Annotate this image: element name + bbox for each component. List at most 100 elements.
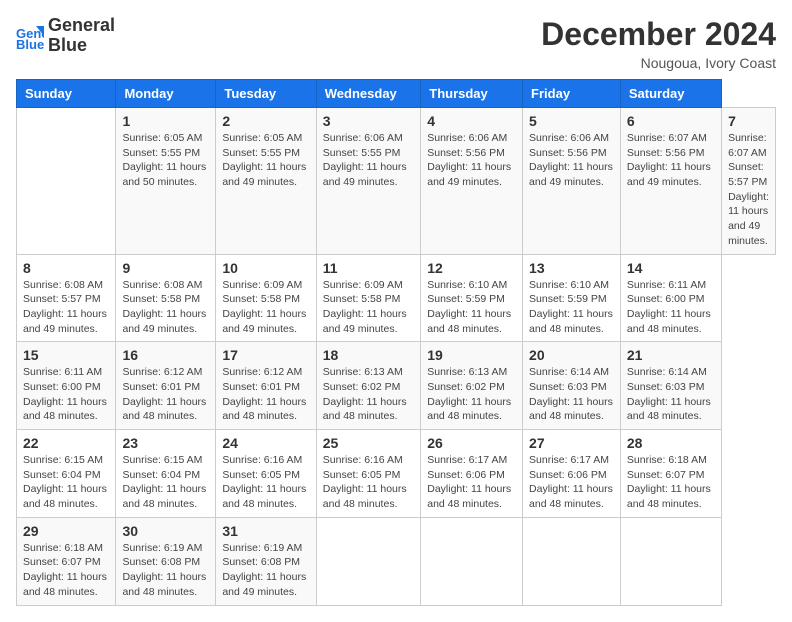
calendar-cell: 3 Sunrise: 6:06 AM Sunset: 5:55 PM Daylig… (316, 108, 420, 255)
day-info: Sunrise: 6:07 AM Sunset: 5:56 PM Dayligh… (627, 131, 715, 190)
day-info: Sunrise: 6:09 AM Sunset: 5:58 PM Dayligh… (222, 278, 309, 337)
day-info: Sunrise: 6:14 AM Sunset: 6:03 PM Dayligh… (627, 365, 715, 424)
calendar-cell: 25Sunrise: 6:16 AM Sunset: 6:05 PM Dayli… (316, 430, 420, 518)
day-number: 16 (122, 347, 209, 363)
day-number: 8 (23, 260, 109, 276)
logo-text-line1: General (48, 16, 115, 36)
day-number: 15 (23, 347, 109, 363)
calendar-cell: 21 Sunrise: 6:14 AM Sunset: 6:03 PM Dayli… (620, 342, 721, 430)
header-day-wednesday: Wednesday (316, 80, 420, 108)
svg-text:Blue: Blue (16, 37, 44, 50)
day-number: 14 (627, 260, 715, 276)
day-info: Sunrise: 6:16 AM Sunset: 6:05 PM Dayligh… (222, 453, 309, 512)
day-number: 27 (529, 435, 614, 451)
calendar-cell: 17 Sunrise: 6:12 AM Sunset: 6:01 PM Dayli… (216, 342, 316, 430)
day-info: Sunrise: 6:18 AM Sunset: 6:07 PM Dayligh… (627, 453, 715, 512)
day-number: 5 (529, 113, 614, 129)
day-number: 1 (122, 113, 209, 129)
day-info: Sunrise: 6:11 AM Sunset: 6:00 PM Dayligh… (627, 278, 715, 337)
calendar-cell: 26Sunrise: 6:17 AM Sunset: 6:06 PM Dayli… (421, 430, 523, 518)
day-number: 20 (529, 347, 614, 363)
day-number: 17 (222, 347, 309, 363)
page-header: General Blue General Blue December 2024 … (16, 16, 776, 71)
calendar-cell: 6 Sunrise: 6:07 AM Sunset: 5:56 PM Daylig… (620, 108, 721, 255)
day-info: Sunrise: 6:17 AM Sunset: 6:06 PM Dayligh… (427, 453, 516, 512)
week-row-3: 22Sunrise: 6:15 AM Sunset: 6:04 PM Dayli… (17, 430, 776, 518)
day-number: 21 (627, 347, 715, 363)
calendar-cell: 16 Sunrise: 6:12 AM Sunset: 6:01 PM Dayli… (116, 342, 216, 430)
day-number: 30 (122, 523, 209, 539)
calendar-cell: 12 Sunrise: 6:10 AM Sunset: 5:59 PM Dayli… (421, 254, 523, 342)
week-row-0: 1 Sunrise: 6:05 AM Sunset: 5:55 PM Daylig… (17, 108, 776, 255)
calendar-cell: 22Sunrise: 6:15 AM Sunset: 6:04 PM Dayli… (17, 430, 116, 518)
calendar-cell: 7 Sunrise: 6:07 AM Sunset: 5:57 PM Daylig… (722, 108, 776, 255)
day-number: 23 (122, 435, 209, 451)
day-info: Sunrise: 6:19 AM Sunset: 6:08 PM Dayligh… (122, 541, 209, 600)
calendar-table: SundayMondayTuesdayWednesdayThursdayFrid… (16, 79, 776, 606)
empty-cell (17, 108, 116, 255)
logo: General Blue General Blue (16, 16, 115, 56)
calendar-cell: 23 Sunrise: 6:15 AM Sunset: 6:04 PM Dayli… (116, 430, 216, 518)
title-area: December 2024 Nougoua, Ivory Coast (541, 16, 776, 71)
header-day-thursday: Thursday (421, 80, 523, 108)
day-info: Sunrise: 6:11 AM Sunset: 6:00 PM Dayligh… (23, 365, 109, 424)
calendar-cell: 18 Sunrise: 6:13 AM Sunset: 6:02 PM Dayli… (316, 342, 420, 430)
calendar-cell (523, 517, 621, 605)
day-info: Sunrise: 6:05 AM Sunset: 5:55 PM Dayligh… (122, 131, 209, 190)
day-info: Sunrise: 6:08 AM Sunset: 5:57 PM Dayligh… (23, 278, 109, 337)
calendar-body: 1 Sunrise: 6:05 AM Sunset: 5:55 PM Daylig… (17, 108, 776, 606)
calendar-cell (421, 517, 523, 605)
calendar-cell: 29 Sunrise: 6:18 AM Sunset: 6:07 PM Dayli… (17, 517, 116, 605)
calendar-cell: 28Sunrise: 6:18 AM Sunset: 6:07 PM Dayli… (620, 430, 721, 518)
day-number: 7 (728, 113, 769, 129)
calendar-cell (620, 517, 721, 605)
day-number: 6 (627, 113, 715, 129)
day-info: Sunrise: 6:06 AM Sunset: 5:56 PM Dayligh… (529, 131, 614, 190)
calendar-cell: 30 Sunrise: 6:19 AM Sunset: 6:08 PM Dayli… (116, 517, 216, 605)
calendar-cell: 24 Sunrise: 6:16 AM Sunset: 6:05 PM Dayli… (216, 430, 316, 518)
day-info: Sunrise: 6:12 AM Sunset: 6:01 PM Dayligh… (122, 365, 209, 424)
day-info: Sunrise: 6:09 AM Sunset: 5:58 PM Dayligh… (323, 278, 414, 337)
calendar-cell: 8 Sunrise: 6:08 AM Sunset: 5:57 PM Daylig… (17, 254, 116, 342)
calendar-cell: 14 Sunrise: 6:11 AM Sunset: 6:00 PM Dayli… (620, 254, 721, 342)
day-info: Sunrise: 6:06 AM Sunset: 5:56 PM Dayligh… (427, 131, 516, 190)
day-number: 13 (529, 260, 614, 276)
day-info: Sunrise: 6:07 AM Sunset: 5:57 PM Dayligh… (728, 131, 769, 249)
day-number: 12 (427, 260, 516, 276)
header-row: SundayMondayTuesdayWednesdayThursdayFrid… (17, 80, 776, 108)
logo-text-line2: Blue (48, 36, 115, 56)
day-info: Sunrise: 6:10 AM Sunset: 5:59 PM Dayligh… (427, 278, 516, 337)
day-number: 11 (323, 260, 414, 276)
calendar-header: SundayMondayTuesdayWednesdayThursdayFrid… (17, 80, 776, 108)
calendar-cell: 27 Sunrise: 6:17 AM Sunset: 6:06 PM Dayli… (523, 430, 621, 518)
day-number: 10 (222, 260, 309, 276)
day-info: Sunrise: 6:12 AM Sunset: 6:01 PM Dayligh… (222, 365, 309, 424)
day-info: Sunrise: 6:16 AM Sunset: 6:05 PM Dayligh… (323, 453, 414, 512)
day-info: Sunrise: 6:06 AM Sunset: 5:55 PM Dayligh… (323, 131, 414, 190)
calendar-cell: 20 Sunrise: 6:14 AM Sunset: 6:03 PM Dayli… (523, 342, 621, 430)
day-info: Sunrise: 6:15 AM Sunset: 6:04 PM Dayligh… (122, 453, 209, 512)
calendar-cell: 4Sunrise: 6:06 AM Sunset: 5:56 PM Daylig… (421, 108, 523, 255)
day-number: 3 (323, 113, 414, 129)
day-info: Sunrise: 6:13 AM Sunset: 6:02 PM Dayligh… (427, 365, 516, 424)
day-info: Sunrise: 6:19 AM Sunset: 6:08 PM Dayligh… (222, 541, 309, 600)
calendar-title: December 2024 (541, 16, 776, 53)
calendar-cell: 19Sunrise: 6:13 AM Sunset: 6:02 PM Dayli… (421, 342, 523, 430)
logo-icon: General Blue (16, 22, 44, 50)
day-info: Sunrise: 6:17 AM Sunset: 6:06 PM Dayligh… (529, 453, 614, 512)
day-info: Sunrise: 6:18 AM Sunset: 6:07 PM Dayligh… (23, 541, 109, 600)
calendar-cell: 9Sunrise: 6:08 AM Sunset: 5:58 PM Daylig… (116, 254, 216, 342)
day-number: 29 (23, 523, 109, 539)
day-info: Sunrise: 6:14 AM Sunset: 6:03 PM Dayligh… (529, 365, 614, 424)
header-day-friday: Friday (523, 80, 621, 108)
calendar-cell: 15 Sunrise: 6:11 AM Sunset: 6:00 PM Dayli… (17, 342, 116, 430)
week-row-4: 29 Sunrise: 6:18 AM Sunset: 6:07 PM Dayli… (17, 517, 776, 605)
day-number: 24 (222, 435, 309, 451)
day-info: Sunrise: 6:15 AM Sunset: 6:04 PM Dayligh… (23, 453, 109, 512)
calendar-cell: 1 Sunrise: 6:05 AM Sunset: 5:55 PM Daylig… (116, 108, 216, 255)
day-number: 18 (323, 347, 414, 363)
day-number: 31 (222, 523, 309, 539)
calendar-cell: 5 Sunrise: 6:06 AM Sunset: 5:56 PM Daylig… (523, 108, 621, 255)
day-info: Sunrise: 6:13 AM Sunset: 6:02 PM Dayligh… (323, 365, 414, 424)
calendar-cell: 11 Sunrise: 6:09 AM Sunset: 5:58 PM Dayli… (316, 254, 420, 342)
